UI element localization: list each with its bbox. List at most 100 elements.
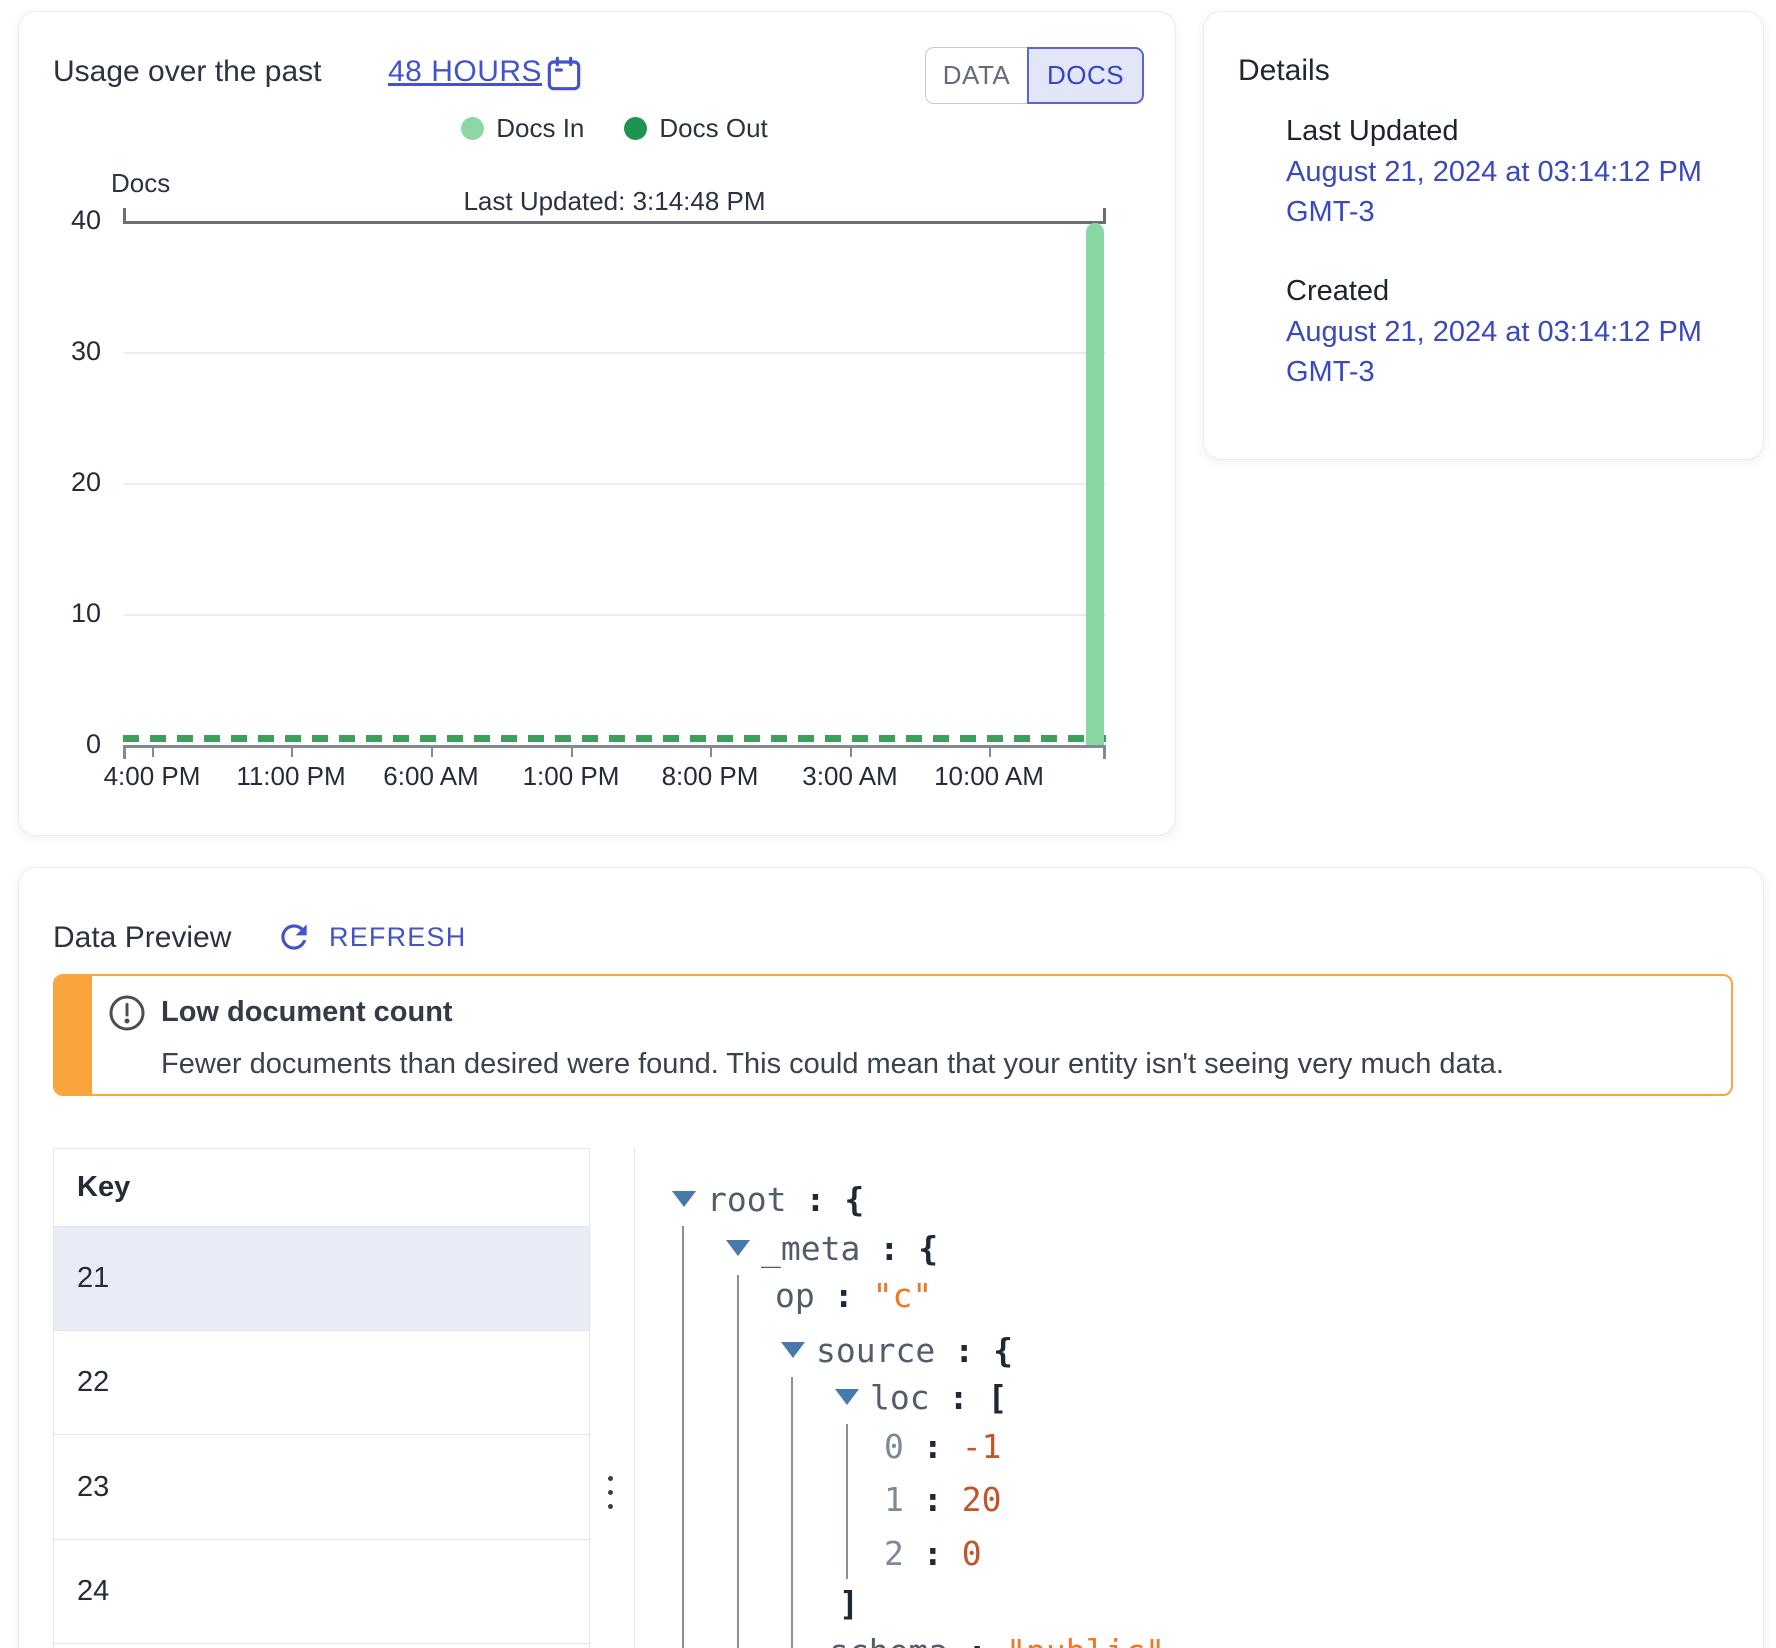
guide-meta <box>737 1275 739 1648</box>
json-row-op: op : "c" <box>775 1270 932 1320</box>
created-value: August 21, 2024 at 03:14:12 PM GMT-3 <box>1286 312 1706 392</box>
guide-source <box>791 1377 793 1648</box>
details-title: Details <box>1238 54 1330 88</box>
resizer-right-border <box>634 1148 635 1648</box>
json-row-loc-2: 2 : 0 <box>884 1528 982 1578</box>
table-row-24[interactable]: 24 <box>54 1540 589 1644</box>
top-axis-left-tick <box>123 208 126 222</box>
docs-out-dot-icon <box>624 117 647 140</box>
calendar-icon[interactable] <box>544 54 584 94</box>
y-tick-10: 10 <box>31 598 101 629</box>
docs-out-zero-line <box>123 735 1106 742</box>
json-string-value: "c" <box>873 1276 933 1315</box>
json-bracket: ] <box>839 1584 859 1623</box>
top-axis-line <box>123 221 1106 224</box>
json-colon: : <box>923 1427 943 1466</box>
docs-tab-button[interactable]: DOCS <box>1027 47 1144 104</box>
gridline-20 <box>123 483 1106 485</box>
x-tick-5 <box>710 748 712 757</box>
json-colon: : <box>805 1180 825 1219</box>
x-tick-3 <box>431 748 433 757</box>
json-colon: : <box>954 1331 974 1370</box>
details-card: Details Last Updated August 21, 2024 at … <box>1203 11 1764 460</box>
gridline-10 <box>123 614 1106 616</box>
json-row-loc-1: 1 : 20 <box>884 1474 1002 1524</box>
json-row-loc-close: ] <box>839 1578 859 1628</box>
json-colon: : <box>923 1480 943 1519</box>
usage-title: Usage over the past <box>53 55 322 89</box>
x-tick-7 <box>989 748 991 757</box>
json-colon: : <box>923 1534 943 1573</box>
x-axis-right-end-tick <box>1103 748 1106 759</box>
json-number-value: -1 <box>962 1427 1002 1466</box>
row-21-label: 21 <box>77 1262 109 1295</box>
key-table: Key 21 22 23 24 <box>53 1148 590 1648</box>
x-label-7: 10:00 AM <box>934 761 1044 792</box>
last-updated-label: Last Updated <box>1286 115 1459 148</box>
guide-root <box>682 1226 684 1648</box>
x-tick-6 <box>850 748 852 757</box>
data-docs-toggle: DATA DOCS <box>925 47 1144 104</box>
x-label-4: 1:00 PM <box>523 761 620 792</box>
json-bracket: { <box>918 1229 938 1268</box>
json-key: root <box>707 1180 786 1219</box>
x-tick-2 <box>291 748 293 757</box>
x-label-2: 11:00 PM <box>236 761 345 792</box>
json-index: 2 <box>884 1534 904 1573</box>
chart-legend: Docs In Docs Out <box>123 113 1106 144</box>
panel-resize-handle[interactable] <box>608 1476 613 1509</box>
row-22-label: 22 <box>77 1366 109 1399</box>
collapse-triangle-icon[interactable] <box>726 1240 750 1256</box>
json-row-source: source : { <box>781 1325 1013 1375</box>
legend-docs-out-label: Docs Out <box>659 113 767 144</box>
key-table-header: Key <box>54 1149 589 1227</box>
collapse-triangle-icon[interactable] <box>781 1342 805 1358</box>
legend-docs-in-label: Docs In <box>496 113 584 144</box>
json-row-root: root : { <box>672 1174 864 1224</box>
page: Usage over the past 48 HOURS DATA DOCS D… <box>0 0 1776 1648</box>
alert-icon <box>107 993 147 1033</box>
key-header-label: Key <box>77 1171 130 1204</box>
json-colon: : <box>834 1276 854 1315</box>
x-axis-left-end-tick <box>123 748 126 759</box>
collapse-triangle-icon[interactable] <box>835 1389 859 1405</box>
refresh-icon <box>275 918 313 956</box>
x-label-5: 8:00 PM <box>662 761 759 792</box>
low-document-count-alert: Low document count Fewer documents than … <box>53 974 1733 1096</box>
x-label-3: 6:00 AM <box>383 761 478 792</box>
json-key: source <box>816 1331 935 1370</box>
json-colon: : <box>949 1378 969 1417</box>
chart-plot-area: 4:00 PM 11:00 PM 6:00 AM 1:00 PM 8:00 PM… <box>123 221 1106 745</box>
collapse-triangle-icon[interactable] <box>672 1191 696 1207</box>
data-preview-title: Data Preview <box>53 921 231 955</box>
table-row-22[interactable]: 22 <box>54 1331 589 1435</box>
chart-last-updated: Last Updated: 3:14:48 PM <box>123 186 1106 217</box>
range-link[interactable]: 48 HOURS <box>388 55 542 89</box>
x-tick-1 <box>152 748 154 757</box>
data-preview-card: Data Preview REFRESH Low document count … <box>18 867 1764 1648</box>
json-row-loc: loc : [ <box>835 1372 1007 1422</box>
row-23-label: 23 <box>77 1471 109 1504</box>
legend-docs-in[interactable]: Docs In <box>461 113 584 144</box>
x-tick-4 <box>571 748 573 757</box>
alert-message: Fewer documents than desired were found.… <box>161 1048 1504 1081</box>
y-tick-40: 40 <box>31 205 101 236</box>
legend-docs-out[interactable]: Docs Out <box>624 113 767 144</box>
data-tab-button[interactable]: DATA <box>925 47 1027 104</box>
table-row-next-clipped[interactable] <box>54 1644 589 1648</box>
created-label: Created <box>1286 275 1389 308</box>
y-tick-30: 30 <box>31 336 101 367</box>
table-row-23[interactable]: 23 <box>54 1435 589 1540</box>
gridline-30 <box>123 352 1106 354</box>
json-key: op <box>775 1276 815 1315</box>
table-row-21[interactable]: 21 <box>54 1227 589 1331</box>
json-key: _meta <box>761 1229 860 1268</box>
json-row-meta: _meta : { <box>726 1223 938 1273</box>
x-axis-line <box>123 745 1106 748</box>
refresh-button[interactable]: REFRESH <box>275 918 466 956</box>
json-row-loc-0: 0 : -1 <box>884 1421 1002 1471</box>
json-number-value: 0 <box>962 1534 982 1573</box>
docs-in-bar <box>1086 223 1104 745</box>
json-bracket: { <box>844 1180 864 1219</box>
json-bracket: [ <box>987 1378 1007 1417</box>
